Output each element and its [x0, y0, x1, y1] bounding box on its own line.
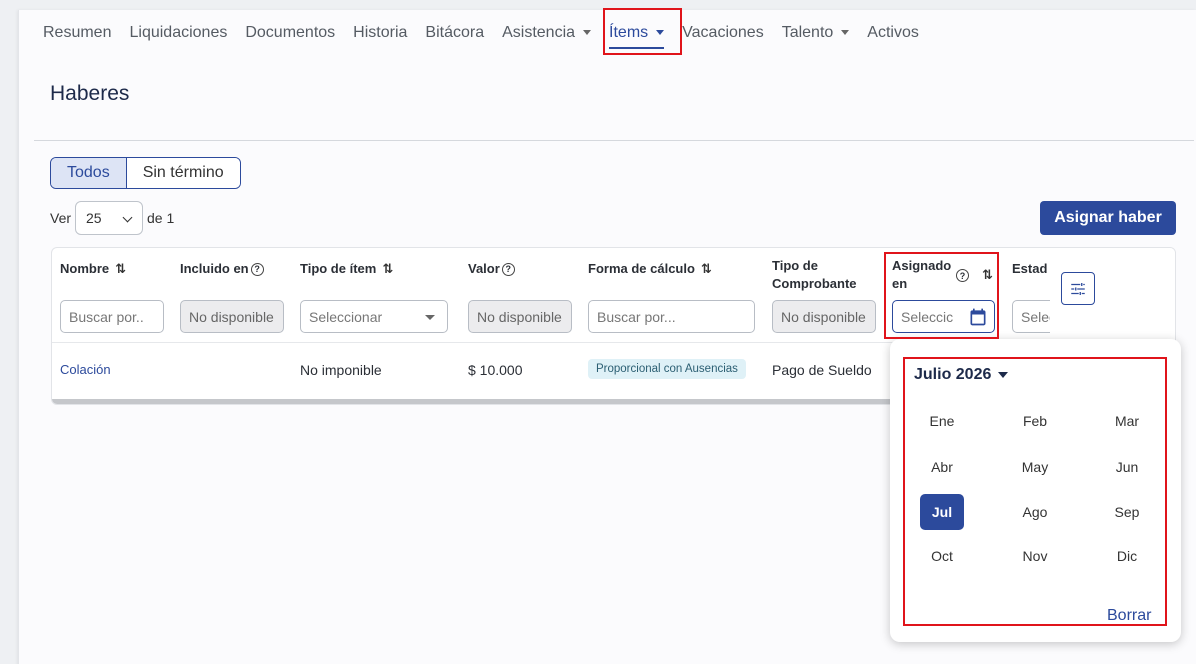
input-placeholder: No disponible: [781, 308, 866, 325]
pager-label: Ver: [50, 210, 72, 226]
tab-bar: Resumen Liquidaciones Documentos Histori…: [43, 20, 937, 60]
input-placeholder: No disponible: [477, 308, 562, 325]
month-picker: Julio 2026 Ene Feb Mar Abr May Jun Jul Ago Sep Oc…: [890, 339, 1181, 642]
month-jun[interactable]: Jun: [1105, 449, 1149, 485]
row-tipo-comprobante: Pago de Sueldo: [772, 362, 872, 378]
month-dic[interactable]: Dic: [1105, 538, 1149, 574]
asignado-date-input[interactable]: Seleccic: [892, 300, 995, 333]
month-ene[interactable]: Ene: [920, 403, 964, 439]
tab-label: Asistencia: [502, 23, 576, 41]
tab-label: Bitácora: [425, 23, 485, 41]
sort-icon[interactable]: ⇅: [982, 267, 993, 283]
row-tipo-item: No imponible: [300, 362, 382, 378]
incluido-filter-disabled: No disponible: [180, 300, 284, 333]
tab-bitacora[interactable]: Bitácora: [425, 20, 484, 44]
col-label: Asignado en: [892, 258, 952, 291]
select-placeholder: Seleccionar: [309, 308, 383, 325]
caret-down-icon: [998, 372, 1009, 378]
assign-haber-button[interactable]: Asignar haber: [1040, 201, 1176, 235]
tab-activos[interactable]: Activos: [867, 20, 919, 44]
filter-segmented-control: Todos Sin término: [50, 157, 241, 189]
forma-calculo-badge: Proporcional con Ausencias: [588, 359, 746, 379]
col-header-tipo-item[interactable]: Tipo de ítem ⇅: [300, 260, 393, 278]
month-may[interactable]: May: [1013, 449, 1057, 485]
sort-icon[interactable]: ⇅: [701, 260, 712, 278]
sort-icon[interactable]: ⇅: [115, 260, 126, 278]
caret-down-icon: [656, 30, 665, 35]
tab-label: Activos: [867, 23, 919, 41]
tipo-item-select[interactable]: Seleccionar: [300, 300, 448, 333]
column-settings-button[interactable]: [1061, 272, 1095, 305]
calendar-icon[interactable]: [968, 307, 988, 327]
month-picker-title: Julio 2026: [914, 366, 992, 383]
col-header-asignado[interactable]: Asignado en: [892, 257, 952, 293]
col-label: Estad: [1012, 261, 1048, 276]
tab-label: Ítems: [609, 23, 649, 41]
page-title: Haberes: [50, 82, 130, 105]
forma-search-input[interactable]: Buscar por...: [588, 300, 755, 333]
col-header-estado[interactable]: Estad: [1012, 260, 1047, 278]
col-header-forma[interactable]: Forma de cálculo ⇅: [588, 260, 712, 278]
help-icon[interactable]: ?: [250, 262, 264, 276]
col-header-incluido: Incluido en?: [180, 260, 264, 278]
month-abr[interactable]: Abr: [920, 449, 964, 485]
tab-label: Documentos: [245, 23, 336, 41]
sort-icon[interactable]: ⇅: [382, 260, 393, 278]
valor-filter-disabled: No disponible: [468, 300, 572, 333]
tab-label: Vacaciones: [682, 23, 764, 41]
col-header-nombre[interactable]: Nombre ⇅: [60, 260, 126, 278]
tab-historia[interactable]: Historia: [353, 20, 407, 44]
tab-liquidaciones[interactable]: Liquidaciones: [129, 20, 227, 44]
col-header-valor: Valor?: [468, 260, 515, 278]
caret-down-icon: [583, 30, 592, 35]
col-header-tipo-comprobante: Tipo de Comprobante: [772, 257, 868, 293]
col-label: Valor: [468, 261, 500, 276]
col-label: Nombre: [60, 261, 110, 276]
row-valor: $ 10.000: [468, 362, 523, 378]
segment-todos[interactable]: Todos: [51, 158, 127, 188]
caret-down-icon: [841, 30, 850, 35]
col-label: Tipo de Comprobante: [772, 258, 857, 291]
sliders-icon: [1071, 282, 1085, 295]
tab-talento[interactable]: Talento: [782, 20, 850, 44]
month-picker-header[interactable]: Julio 2026: [914, 366, 1009, 384]
page-size-select[interactable]: 25: [75, 201, 144, 235]
row-nombre-link[interactable]: Colación: [60, 362, 111, 377]
tab-documentos[interactable]: Documentos: [245, 20, 335, 44]
month-jul[interactable]: Jul: [920, 494, 964, 530]
clear-button[interactable]: Borrar: [1107, 607, 1151, 625]
segment-sin-termino[interactable]: Sin término: [126, 158, 240, 188]
month-mar[interactable]: Mar: [1105, 403, 1149, 439]
input-placeholder: Buscar por..: [69, 308, 144, 325]
input-placeholder: Buscar por...: [597, 308, 676, 325]
tab-label: Historia: [353, 23, 408, 41]
tab-label: Talento: [781, 23, 834, 41]
tab-label: Resumen: [43, 23, 112, 41]
month-sep[interactable]: Sep: [1105, 494, 1149, 530]
month-feb[interactable]: Feb: [1013, 403, 1057, 439]
month-ago[interactable]: Ago: [1013, 494, 1057, 530]
col-label: Incluido en: [180, 261, 249, 276]
help-icon[interactable]: ?: [501, 262, 515, 276]
month-oct[interactable]: Oct: [920, 538, 964, 574]
page-count: de 1: [147, 210, 175, 226]
divider: [34, 140, 1194, 141]
col-label: Forma de cálculo: [588, 261, 695, 276]
tab-asistencia[interactable]: Asistencia: [502, 20, 592, 44]
tab-items[interactable]: Ítems: [609, 20, 665, 49]
input-placeholder: Seleccic: [901, 308, 954, 325]
pager: Ver 25 de 1: [50, 201, 174, 235]
col-label: Tipo de ítem: [300, 261, 377, 276]
tab-vacaciones[interactable]: Vacaciones: [682, 20, 764, 44]
input-placeholder: No disponible: [189, 308, 274, 325]
help-icon[interactable]: ?: [956, 269, 969, 282]
caret-down-icon: [425, 315, 435, 320]
page-size-value: 25: [86, 210, 102, 226]
tab-resumen[interactable]: Resumen: [43, 20, 111, 44]
tipo-comprobante-filter-disabled: No disponible: [772, 300, 876, 333]
tab-label: Liquidaciones: [129, 23, 228, 41]
chevron-down-icon: [122, 212, 133, 223]
month-nov[interactable]: Nov: [1013, 538, 1057, 574]
nombre-search-input[interactable]: Buscar por..: [60, 300, 164, 333]
